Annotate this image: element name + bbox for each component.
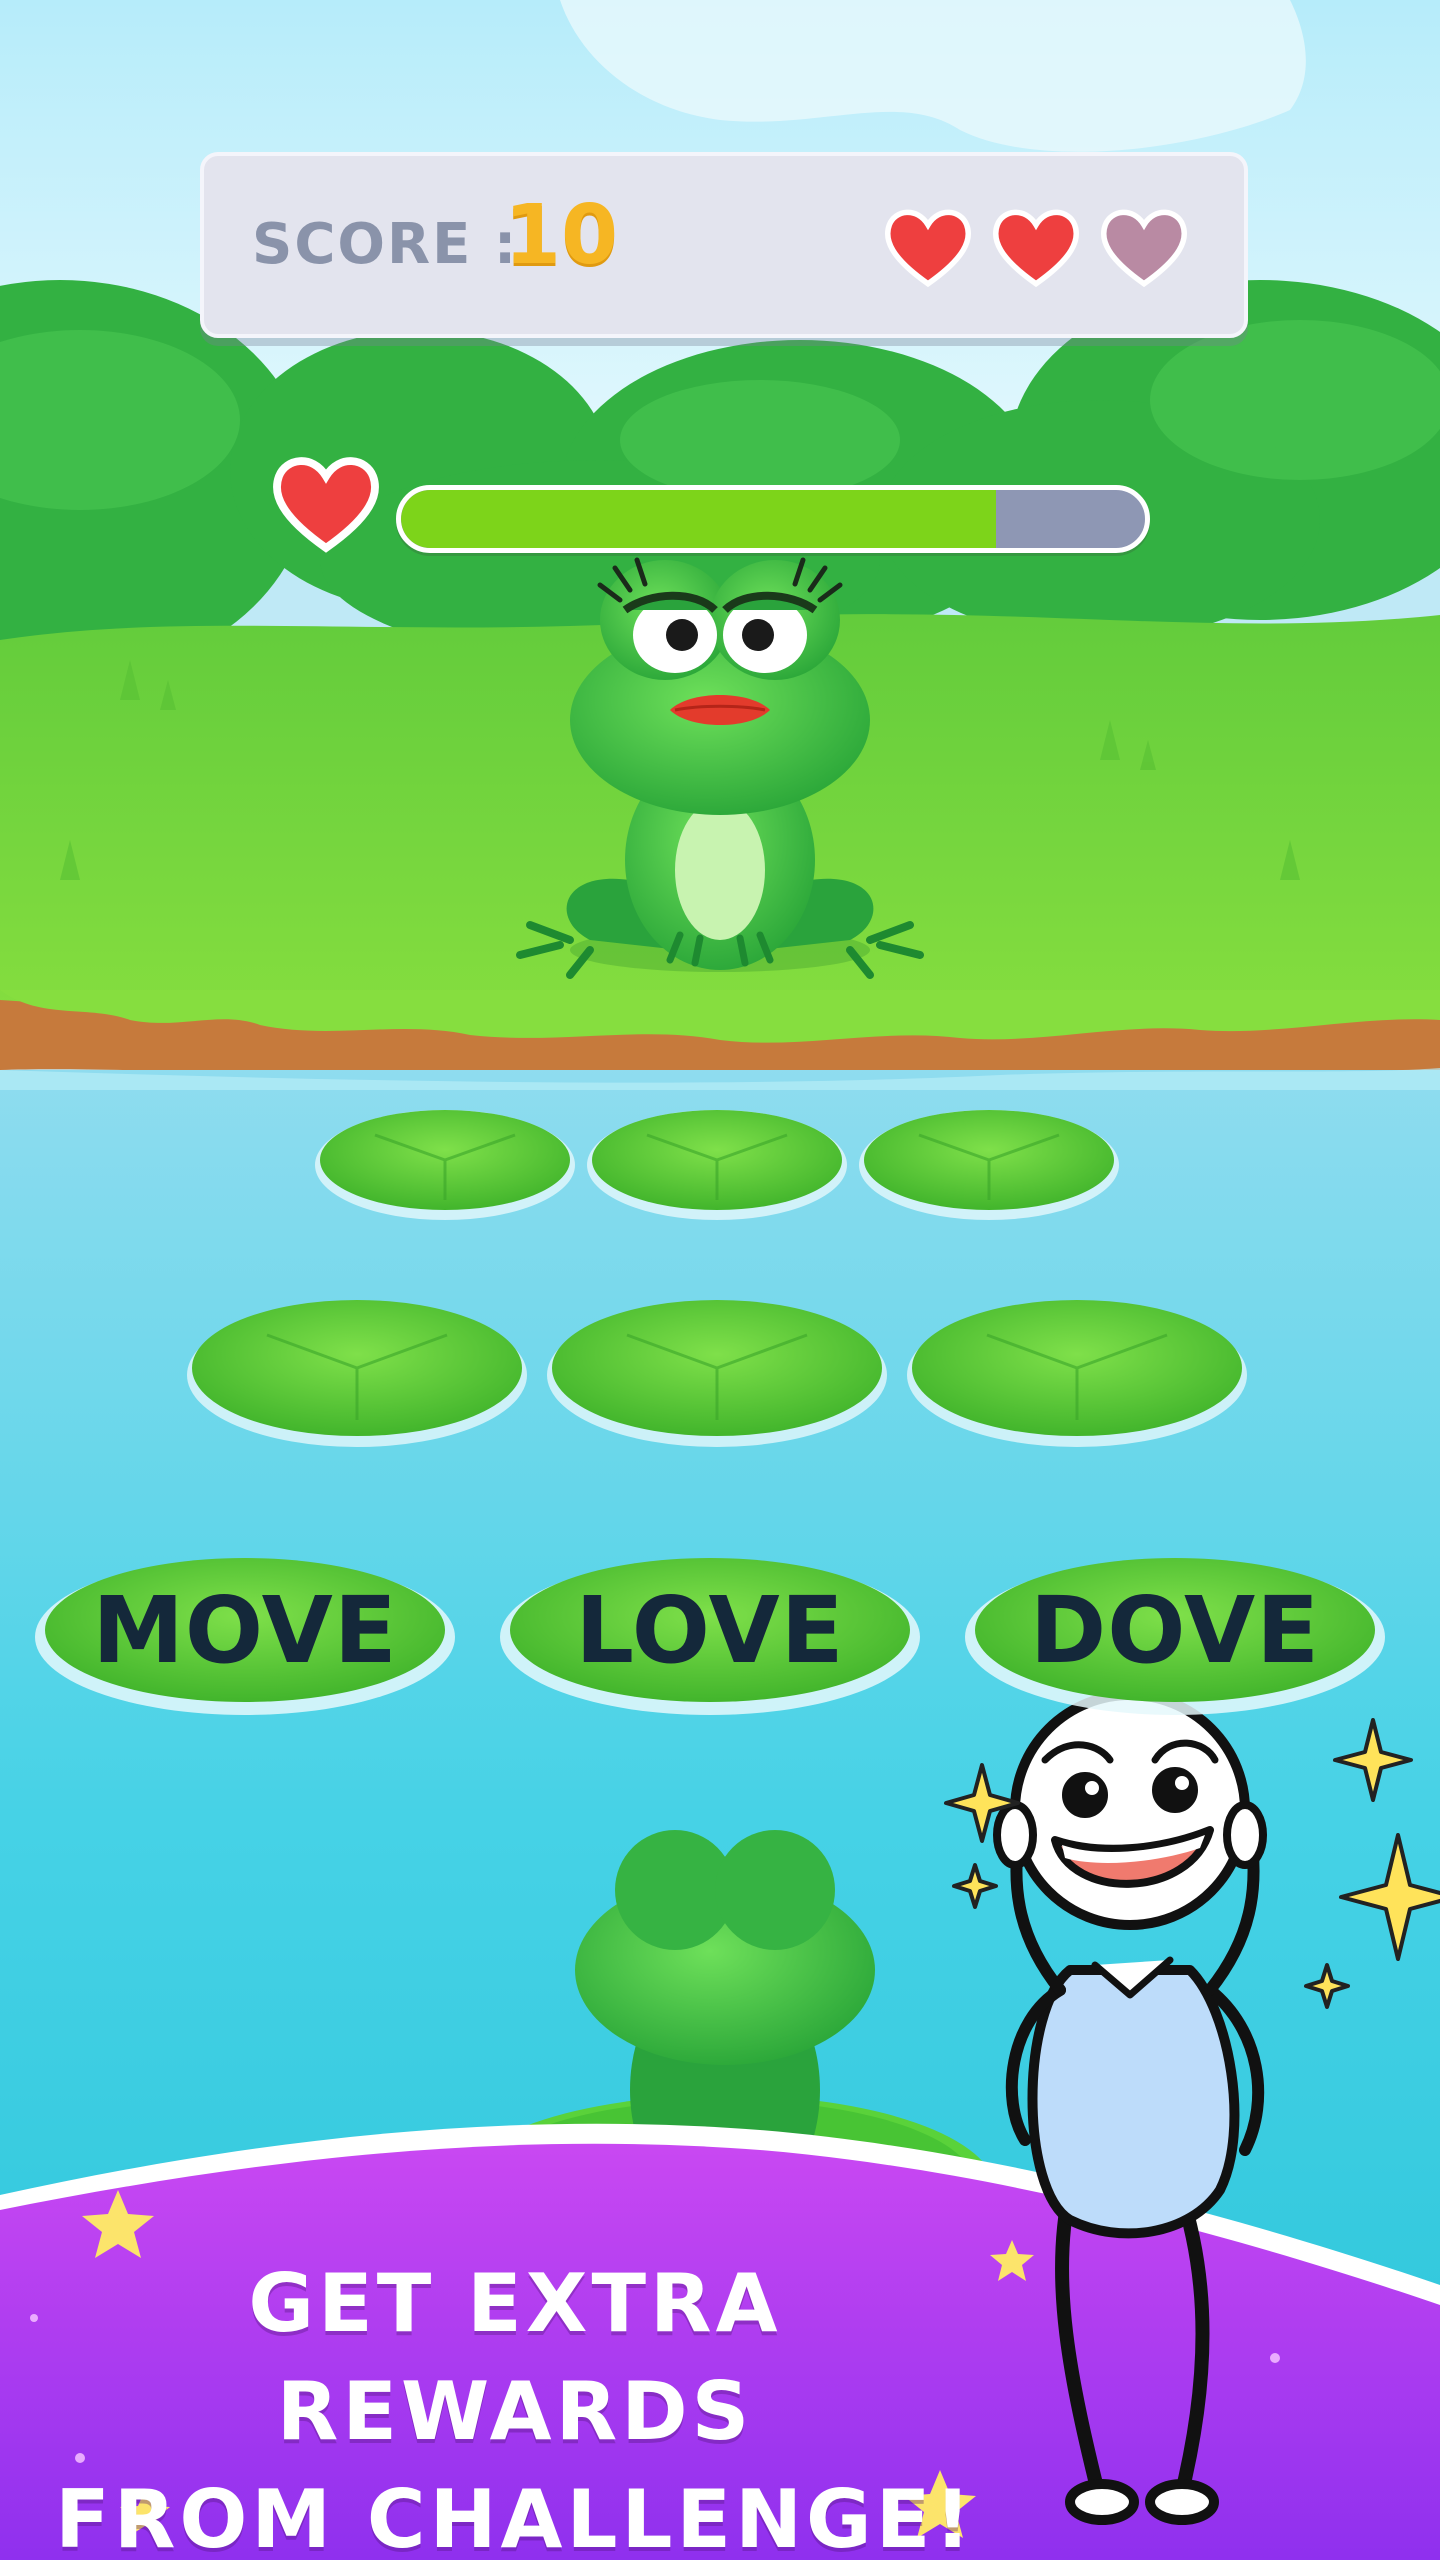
heart-icon [993, 209, 1079, 288]
lily-pad-row-2 [187, 1300, 1247, 1447]
heart-icon [885, 209, 971, 288]
promo-line-1: GET EXTRA REWARDS [248, 2257, 782, 2458]
game-scene: SCORE : 10 MOVE LOVE DOVE GET EXTRA REWA… [0, 0, 1440, 2560]
score-label: SCORE : [252, 212, 519, 277]
word-choice-label: MOVE [92, 1576, 398, 1684]
health-bar [396, 485, 1150, 553]
word-choice-move[interactable]: MOVE [35, 1545, 455, 1715]
score-value: 10 [504, 188, 619, 283]
health-bar-fill [401, 490, 997, 548]
background-art [0, 0, 1440, 2560]
promo-line-2: FROM CHALLENGE! [55, 2473, 975, 2560]
word-choice-label: LOVE [575, 1576, 845, 1684]
word-choice-love[interactable]: LOVE [500, 1545, 920, 1715]
score-panel: SCORE : 10 [200, 152, 1248, 338]
promo-banner-text: GET EXTRA REWARDS FROM CHALLENGE! [0, 2250, 1030, 2560]
lily-pad-row-1 [315, 1110, 1119, 1220]
word-choice-dove[interactable]: DOVE [965, 1545, 1385, 1715]
heart-icon [273, 457, 379, 553]
word-choice-label: DOVE [1029, 1576, 1321, 1684]
heart-icon [1101, 209, 1187, 288]
